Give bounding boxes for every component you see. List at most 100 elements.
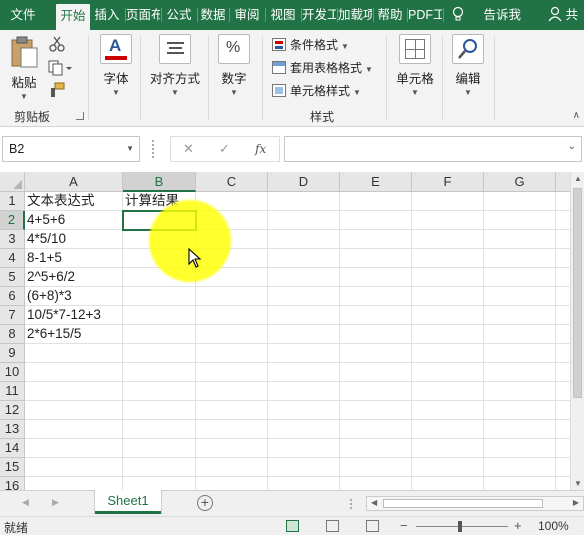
grid-cell[interactable] (340, 458, 412, 477)
grid-cell[interactable] (484, 192, 556, 211)
row-header-15[interactable]: 15 (0, 458, 25, 477)
row-header-6[interactable]: 6 (0, 287, 25, 306)
grid-cell[interactable] (412, 287, 484, 306)
grid-cell[interactable] (340, 477, 412, 490)
scroll-down-icon[interactable]: ▼ (574, 479, 582, 488)
grid-cell[interactable] (196, 306, 268, 325)
grid-cell[interactable] (556, 477, 570, 490)
grid-cell[interactable] (196, 268, 268, 287)
grid-cell[interactable] (412, 439, 484, 458)
zoom-slider[interactable] (416, 526, 508, 527)
grid-cell[interactable] (123, 325, 196, 344)
column-header-f[interactable]: F (412, 172, 484, 192)
cell-a2[interactable]: 4+5+6 (25, 211, 123, 230)
cancel-icon[interactable]: ✕ (183, 141, 194, 157)
conditional-format-button[interactable]: 条件格式 ▼ (272, 36, 349, 56)
grid-cell[interactable] (412, 192, 484, 211)
grid-cell[interactable] (340, 192, 412, 211)
tab-data[interactable]: 数据 (198, 0, 228, 30)
horizontal-scroll-thumb[interactable] (383, 499, 543, 508)
column-header-g[interactable]: G (484, 172, 556, 192)
grid-cell[interactable] (123, 249, 196, 268)
vertical-scrollbar[interactable]: ▲ ▼ (570, 172, 584, 490)
cell-styles-button[interactable]: 单元格样式 ▼ (272, 82, 361, 102)
cell-a7[interactable]: 10/5*7-12+3 (25, 306, 123, 325)
column-header-h[interactable] (556, 172, 570, 192)
grid-cell[interactable] (268, 306, 340, 325)
font-button[interactable]: A 字体 ▼ (98, 34, 134, 97)
scroll-up-icon[interactable]: ▲ (574, 174, 582, 183)
grid-cell[interactable] (412, 268, 484, 287)
grid-cell[interactable] (25, 344, 123, 363)
paste-button[interactable]: 粘贴 ▼ (6, 34, 42, 101)
grid-cell[interactable] (196, 401, 268, 420)
grid-cell[interactable] (412, 420, 484, 439)
grid-cell[interactable] (412, 211, 484, 230)
formula-bar-splitter[interactable] (152, 140, 155, 158)
grid-cell[interactable] (196, 363, 268, 382)
row-header-16[interactable]: 16 (0, 477, 25, 490)
row-header-4[interactable]: 4 (0, 249, 25, 268)
grid-cell[interactable] (556, 401, 570, 420)
grid-cell[interactable] (268, 249, 340, 268)
zoom-in-icon[interactable]: + (514, 518, 522, 533)
grid-cell[interactable] (123, 268, 196, 287)
grid-cell[interactable] (484, 420, 556, 439)
next-sheet-icon[interactable]: ▶ (52, 497, 59, 508)
row-header-9[interactable]: 9 (0, 344, 25, 363)
tab-help[interactable]: 帮助 (374, 0, 406, 30)
column-header-b[interactable]: B (123, 172, 196, 192)
row-header-1[interactable]: 1 (0, 192, 25, 211)
cells-button[interactable]: 单元格 ▼ (394, 34, 436, 97)
grid-cell[interactable] (196, 420, 268, 439)
grid-cell[interactable] (196, 477, 268, 490)
grid-cell[interactable] (556, 382, 570, 401)
name-box[interactable]: B2 ▼ (2, 136, 140, 162)
cell-b2-active[interactable] (122, 210, 197, 231)
tab-file[interactable]: 文件 (0, 0, 46, 30)
grid-cell[interactable] (484, 230, 556, 249)
expand-formula-icon[interactable]: ⌄ (568, 141, 576, 152)
grid-cell[interactable] (484, 325, 556, 344)
grid-cell[interactable] (123, 382, 196, 401)
grid-cell[interactable] (196, 439, 268, 458)
zoom-slider-knob[interactable] (458, 521, 462, 532)
grid-cell[interactable] (268, 458, 340, 477)
grid-cell[interactable] (25, 382, 123, 401)
cut-icon[interactable] (48, 36, 66, 52)
grid-cell[interactable] (340, 401, 412, 420)
grid-cell[interactable] (556, 306, 570, 325)
grid-cell[interactable] (484, 268, 556, 287)
tab-developer[interactable]: 开发工 (302, 0, 336, 30)
row-header-3[interactable]: 3 (0, 230, 25, 249)
formula-input[interactable]: ⌄ (284, 136, 582, 162)
grid-cell[interactable] (340, 249, 412, 268)
scroll-right-icon[interactable]: ▶ (573, 498, 579, 507)
grid-cell[interactable] (340, 382, 412, 401)
grid-cell[interactable] (484, 458, 556, 477)
grid-cell[interactable] (196, 192, 268, 211)
grid-cell[interactable] (123, 287, 196, 306)
grid-cell[interactable] (196, 211, 268, 230)
share-button[interactable]: 共 (548, 0, 578, 30)
grid-cell[interactable] (268, 287, 340, 306)
grid-cell[interactable] (268, 363, 340, 382)
column-header-a[interactable]: A (25, 172, 123, 192)
editing-button[interactable]: 编辑 ▼ (450, 34, 486, 97)
row-header-12[interactable]: 12 (0, 401, 25, 420)
grid-cell[interactable] (123, 439, 196, 458)
grid-cell[interactable] (484, 382, 556, 401)
select-all-button[interactable] (0, 172, 25, 192)
grid-cell[interactable] (484, 211, 556, 230)
tab-addins[interactable]: 加载项 (338, 0, 372, 30)
grid-cell[interactable] (412, 306, 484, 325)
vertical-scroll-thumb[interactable] (573, 188, 582, 398)
grid-cell[interactable] (123, 458, 196, 477)
sheet-splitter[interactable] (350, 499, 353, 509)
cell-a6[interactable]: (6+8)*3 (25, 287, 123, 306)
grid-cell[interactable] (123, 477, 196, 490)
row-header-5[interactable]: 5 (0, 268, 25, 287)
grid-cell[interactable] (412, 401, 484, 420)
grid-cell[interactable] (25, 401, 123, 420)
page-break-view-icon[interactable] (366, 520, 379, 532)
